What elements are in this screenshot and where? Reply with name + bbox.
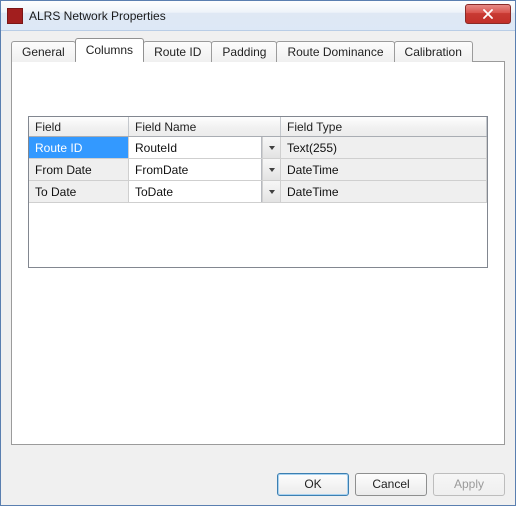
tab-route-dominance[interactable]: Route Dominance: [276, 41, 394, 62]
cell-field-name-dropdown[interactable]: RouteId: [129, 137, 281, 158]
field-name-value: RouteId: [129, 137, 262, 158]
tab-general[interactable]: General: [11, 41, 76, 62]
grid-row[interactable]: Route ID RouteId Text(255): [29, 137, 487, 159]
dropdown-button[interactable]: [262, 137, 280, 158]
chevron-down-icon: [268, 144, 276, 152]
cell-field-name-dropdown[interactable]: ToDate: [129, 181, 281, 202]
dropdown-button[interactable]: [262, 159, 280, 180]
tab-panel-columns: Field Field Name Field Type Route ID Rou…: [11, 61, 505, 445]
apply-button: Apply: [433, 473, 505, 496]
client-area: General Columns Route ID Padding Route D…: [1, 31, 515, 463]
cell-field-name-dropdown[interactable]: FromDate: [129, 159, 281, 180]
cell-field-type: DateTime: [281, 159, 487, 180]
chevron-down-icon: [268, 166, 276, 174]
cell-field-label: Route ID: [29, 137, 129, 158]
tab-strip: General Columns Route ID Padding Route D…: [11, 39, 505, 61]
window-title: ALRS Network Properties: [29, 9, 166, 23]
close-icon: [483, 9, 493, 19]
col-header-field[interactable]: Field: [29, 117, 129, 136]
cancel-button[interactable]: Cancel: [355, 473, 427, 496]
cell-field-type: Text(255): [281, 137, 487, 158]
fields-grid: Field Field Name Field Type Route ID Rou…: [28, 116, 488, 268]
grid-row[interactable]: From Date FromDate DateTime: [29, 159, 487, 181]
grid-row[interactable]: To Date ToDate DateTime: [29, 181, 487, 203]
field-name-value: FromDate: [129, 159, 262, 180]
ok-button[interactable]: OK: [277, 473, 349, 496]
cell-field-label: From Date: [29, 159, 129, 180]
tab-calibration[interactable]: Calibration: [394, 41, 473, 62]
grid-header: Field Field Name Field Type: [29, 117, 487, 137]
spacer: [11, 445, 505, 453]
app-icon: [7, 8, 23, 24]
tab-padding[interactable]: Padding: [211, 41, 277, 62]
close-button[interactable]: [465, 4, 511, 24]
field-name-value: ToDate: [129, 181, 262, 202]
col-header-field-type[interactable]: Field Type: [281, 117, 487, 136]
cell-field-label: To Date: [29, 181, 129, 202]
dialog-footer: OK Cancel Apply: [1, 463, 515, 505]
dialog-window: ALRS Network Properties General Columns …: [0, 0, 516, 506]
grid-body: Route ID RouteId Text(255) From Date Fr: [29, 137, 487, 267]
dropdown-button[interactable]: [262, 181, 280, 202]
chevron-down-icon: [268, 188, 276, 196]
col-header-field-name[interactable]: Field Name: [129, 117, 281, 136]
cell-field-type: DateTime: [281, 181, 487, 202]
titlebar: ALRS Network Properties: [1, 1, 515, 31]
tab-columns[interactable]: Columns: [75, 38, 144, 61]
tab-route-id[interactable]: Route ID: [143, 41, 212, 62]
